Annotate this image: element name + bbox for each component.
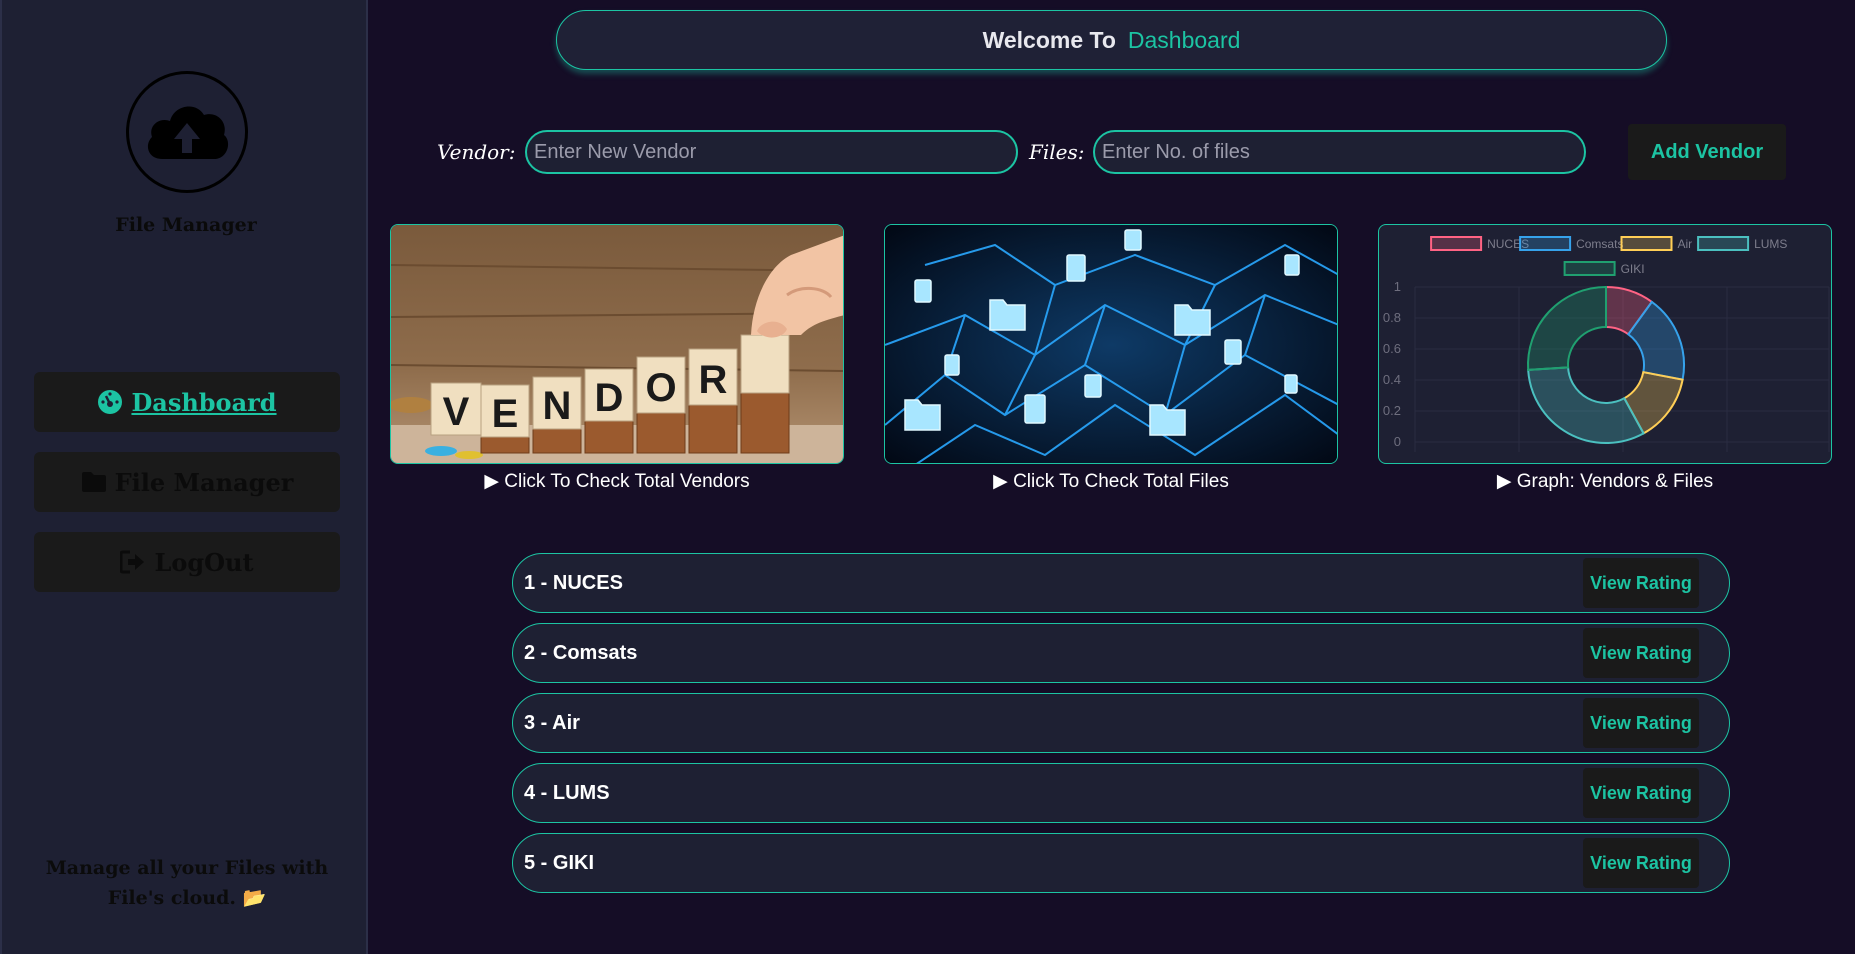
vendor-name: 4 - LUMS <box>524 781 610 804</box>
vendor-name: 2 - Comsats <box>524 641 638 664</box>
svg-text:E: E <box>492 392 519 436</box>
legend-label[interactable]: Air <box>1678 237 1693 251</box>
cloud-upload-icon <box>147 106 229 159</box>
legend-swatch[interactable] <box>1519 236 1572 251</box>
y-tick-label: 0.4 <box>1383 372 1401 387</box>
view-rating-button[interactable]: View Rating <box>1583 558 1699 608</box>
doughnut-segment[interactable] <box>1527 366 1645 444</box>
sidebar-footer-text: Manage all your Files with File's cloud.… <box>45 857 329 909</box>
nav-file-manager-label: File Manager <box>114 467 294 497</box>
legend-label[interactable]: GIKI <box>1621 262 1645 276</box>
total-vendors-caption[interactable]: ▶ Click To Check Total Vendors <box>390 470 844 493</box>
vendor-name: 1 - NUCES <box>524 571 623 594</box>
total-files-caption[interactable]: ▶ Click To Check Total Files <box>884 470 1338 493</box>
legend-swatch[interactable] <box>1697 236 1750 251</box>
legend-label[interactable]: LUMS <box>1754 237 1787 251</box>
logout-icon <box>120 550 145 574</box>
legend-swatch[interactable] <box>1620 236 1673 251</box>
sidebar: File Manager Dashboard File Manager LogO… <box>0 0 368 954</box>
legend-swatch[interactable] <box>1563 261 1616 276</box>
y-tick-label: 1 <box>1394 279 1401 294</box>
vendor-blocks-image: V E N D O R <box>391 225 843 463</box>
nav-logout-button[interactable]: LogOut <box>34 532 340 592</box>
svg-text:R: R <box>699 358 728 402</box>
nav-logout-label: LogOut <box>154 547 254 577</box>
vendor-input[interactable] <box>525 130 1018 174</box>
svg-text:D: D <box>595 376 624 420</box>
welcome-banner: Welcome To Dashboard <box>556 10 1667 70</box>
doughnut-segment[interactable] <box>1527 285 1607 371</box>
graph-caption[interactable]: ▶ Graph: Vendors & Files <box>1378 470 1832 493</box>
svg-text:O: O <box>645 366 676 410</box>
view-rating-button[interactable]: View Rating <box>1583 838 1699 888</box>
vendor-name: 5 - GIKI <box>524 851 595 874</box>
files-network-image <box>885 225 1337 463</box>
cloud-upload-logo <box>126 71 248 193</box>
total-files-card[interactable] <box>884 224 1338 464</box>
y-tick-label: 0 <box>1394 434 1401 449</box>
vendor-row: 1 - NUCES View Rating <box>512 553 1730 613</box>
vendor-name: 3 - Air <box>524 711 580 734</box>
vendor-row: 4 - LUMS View Rating <box>512 763 1730 823</box>
folder-icon <box>81 472 106 492</box>
legend-label[interactable]: Comsats <box>1576 237 1623 251</box>
doughnut-chart: NUCES Comsats Air LUMSGIKI 10.80.60.40.20 <box>1383 236 1830 452</box>
nav-dashboard-button[interactable]: Dashboard <box>34 372 340 432</box>
vendors-files-chart-card[interactable]: NUCES Comsats Air LUMS GIKI 1 0.8 0.6 0.4 0.2 0 <box>1378 224 1832 464</box>
svg-text:N: N <box>543 384 572 428</box>
files-label: Files: <box>1029 140 1085 164</box>
y-tick-label: 0.8 <box>1383 310 1401 325</box>
view-rating-button[interactable]: View Rating <box>1583 628 1699 678</box>
view-rating-button[interactable]: View Rating <box>1583 698 1699 748</box>
nav-file-manager-button[interactable]: File Manager <box>34 452 340 512</box>
welcome-accent: Dashboard <box>1127 26 1241 53</box>
y-tick-label: 0.2 <box>1383 403 1401 418</box>
add-vendor-button[interactable]: Add Vendor <box>1628 124 1786 180</box>
nav-dashboard-label: Dashboard <box>131 387 277 417</box>
vendor-row: 5 - GIKI View Rating <box>512 833 1730 893</box>
view-rating-button[interactable]: View Rating <box>1583 768 1699 818</box>
brand-title: File Manager <box>115 214 257 236</box>
vendor-row: 3 - Air View Rating <box>512 693 1730 753</box>
vendor-label: Vendor: <box>437 140 516 164</box>
total-vendors-card[interactable]: V E N D O R <box>390 224 844 464</box>
files-input[interactable] <box>1093 130 1586 174</box>
svg-text:V: V <box>443 390 470 434</box>
legend-swatch[interactable] <box>1430 236 1483 251</box>
vendor-row: 2 - Comsats View Rating <box>512 623 1730 683</box>
y-tick-label: 0.6 <box>1383 341 1401 356</box>
tachometer-icon <box>98 390 123 414</box>
welcome-text: Welcome To <box>982 26 1116 53</box>
